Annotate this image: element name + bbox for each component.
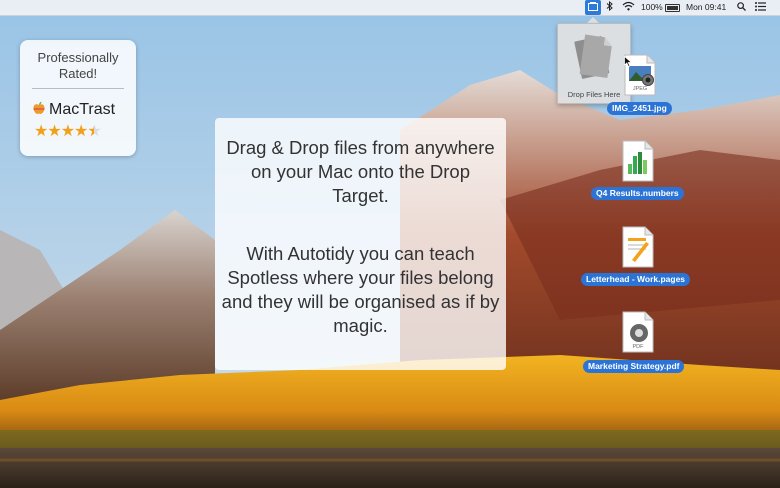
message-card: Drag & Drop files from anywhere on your … [215, 118, 506, 370]
full-stars-icon: ★★★★ [34, 123, 88, 140]
card-paragraph-1: Drag & Drop files from anywhere on your … [226, 137, 495, 206]
half-star-icon: ★★ [87, 121, 101, 141]
battery-icon [664, 3, 680, 12]
desktop-file-numbers[interactable]: Q4 Results.numbers [588, 140, 692, 202]
desktop-file-jpg[interactable]: JPEG IMG_2451.jpg [600, 54, 680, 116]
rated-line-2: Rated! [58, 66, 98, 81]
bluetooth-icon[interactable] [606, 0, 613, 15]
brand-name: MacTrast [49, 101, 116, 118]
desktop-file-pages[interactable]: Letterhead - Work.pages [578, 226, 702, 288]
spotlight-icon[interactable] [737, 0, 746, 15]
file-type-badge: PDF [632, 344, 644, 350]
mactrast-logo-icon [32, 101, 46, 115]
pdf-file-icon: PDF [622, 311, 654, 353]
half-star-fill: ★ [87, 121, 94, 141]
menu-bar: 100% Mon 09:41 [0, 0, 780, 16]
file-name: Marketing Strategy.pdf [583, 360, 685, 373]
spotless-menu-icon[interactable] [585, 0, 601, 15]
rating-badge: Professionally Rated! MacTrast ★★★★★★ [20, 40, 136, 156]
battery-percent: 100% [641, 2, 663, 12]
star-rating: ★★★★★★ [34, 121, 130, 141]
numbers-file-icon [622, 140, 654, 182]
rated-text: Professionally Rated! [20, 50, 136, 82]
brand: MacTrast [32, 101, 130, 119]
file-name: Q4 Results.numbers [591, 187, 684, 200]
notification-center-icon[interactable] [755, 0, 766, 15]
menu-clock[interactable]: Mon 09:41 [686, 0, 726, 15]
pages-file-icon [622, 226, 654, 268]
desktop-file-pdf[interactable]: PDF Marketing Strategy.pdf [580, 311, 700, 373]
battery-status[interactable]: 100% [641, 0, 680, 15]
mouse-cursor-icon [624, 54, 633, 72]
file-name: IMG_2451.jpg [607, 102, 672, 115]
file-name: Letterhead - Work.pages [581, 273, 691, 286]
rated-line-1: Professionally [37, 50, 119, 65]
wifi-icon[interactable] [622, 0, 635, 15]
badge-divider [32, 88, 124, 89]
card-paragraph-2: With Autotidy you can teach Spotless whe… [221, 243, 500, 336]
file-type-badge: JPEG [632, 86, 648, 92]
